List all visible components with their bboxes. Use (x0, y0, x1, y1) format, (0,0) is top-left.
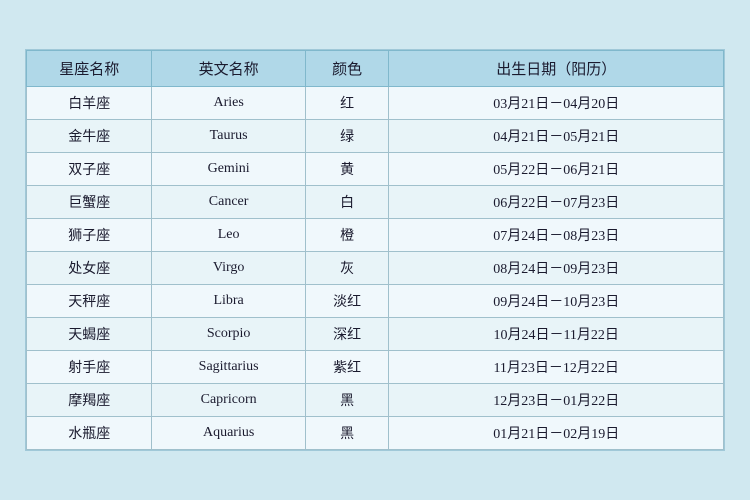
cell-color: 黑 (305, 417, 389, 450)
cell-color: 淡红 (305, 285, 389, 318)
cell-english: Virgo (152, 252, 305, 285)
cell-chinese: 金牛座 (27, 120, 152, 153)
cell-color: 灰 (305, 252, 389, 285)
cell-chinese: 射手座 (27, 351, 152, 384)
cell-color: 紫红 (305, 351, 389, 384)
table-row: 巨蟹座Cancer白06月22日－07月23日 (27, 186, 724, 219)
header-chinese: 星座名称 (27, 51, 152, 87)
cell-date: 11月23日－12月22日 (389, 351, 724, 384)
cell-date: 01月21日－02月19日 (389, 417, 724, 450)
cell-chinese: 狮子座 (27, 219, 152, 252)
cell-color: 白 (305, 186, 389, 219)
cell-chinese: 处女座 (27, 252, 152, 285)
cell-color: 红 (305, 87, 389, 120)
cell-english: Taurus (152, 120, 305, 153)
table-row: 天蝎座Scorpio深红10月24日－11月22日 (27, 318, 724, 351)
cell-color: 橙 (305, 219, 389, 252)
table-row: 金牛座Taurus绿04月21日－05月21日 (27, 120, 724, 153)
cell-date: 04月21日－05月21日 (389, 120, 724, 153)
table-row: 狮子座Leo橙07月24日－08月23日 (27, 219, 724, 252)
cell-date: 06月22日－07月23日 (389, 186, 724, 219)
cell-chinese: 摩羯座 (27, 384, 152, 417)
zodiac-table: 星座名称 英文名称 颜色 出生日期（阳历） 白羊座Aries红03月21日－04… (26, 50, 724, 450)
cell-date: 12月23日－01月22日 (389, 384, 724, 417)
cell-chinese: 水瓶座 (27, 417, 152, 450)
cell-english: Cancer (152, 186, 305, 219)
cell-date: 08月24日－09月23日 (389, 252, 724, 285)
zodiac-table-container: 星座名称 英文名称 颜色 出生日期（阳历） 白羊座Aries红03月21日－04… (25, 49, 725, 451)
table-row: 水瓶座Aquarius黑01月21日－02月19日 (27, 417, 724, 450)
cell-chinese: 天秤座 (27, 285, 152, 318)
cell-english: Libra (152, 285, 305, 318)
cell-english: Aquarius (152, 417, 305, 450)
table-row: 摩羯座Capricorn黑12月23日－01月22日 (27, 384, 724, 417)
cell-date: 07月24日－08月23日 (389, 219, 724, 252)
table-body: 白羊座Aries红03月21日－04月20日金牛座Taurus绿04月21日－0… (27, 87, 724, 450)
cell-english: Sagittarius (152, 351, 305, 384)
table-row: 白羊座Aries红03月21日－04月20日 (27, 87, 724, 120)
cell-date: 09月24日－10月23日 (389, 285, 724, 318)
cell-english: Aries (152, 87, 305, 120)
table-row: 射手座Sagittarius紫红11月23日－12月22日 (27, 351, 724, 384)
header-color: 颜色 (305, 51, 389, 87)
cell-color: 深红 (305, 318, 389, 351)
cell-color: 黑 (305, 384, 389, 417)
cell-english: Scorpio (152, 318, 305, 351)
cell-english: Capricorn (152, 384, 305, 417)
cell-chinese: 天蝎座 (27, 318, 152, 351)
cell-english: Leo (152, 219, 305, 252)
cell-chinese: 双子座 (27, 153, 152, 186)
cell-color: 黄 (305, 153, 389, 186)
cell-english: Gemini (152, 153, 305, 186)
header-date: 出生日期（阳历） (389, 51, 724, 87)
table-header-row: 星座名称 英文名称 颜色 出生日期（阳历） (27, 51, 724, 87)
header-english: 英文名称 (152, 51, 305, 87)
cell-color: 绿 (305, 120, 389, 153)
cell-chinese: 巨蟹座 (27, 186, 152, 219)
table-row: 天秤座Libra淡红09月24日－10月23日 (27, 285, 724, 318)
cell-date: 10月24日－11月22日 (389, 318, 724, 351)
cell-chinese: 白羊座 (27, 87, 152, 120)
table-row: 双子座Gemini黄05月22日－06月21日 (27, 153, 724, 186)
table-row: 处女座Virgo灰08月24日－09月23日 (27, 252, 724, 285)
cell-date: 03月21日－04月20日 (389, 87, 724, 120)
cell-date: 05月22日－06月21日 (389, 153, 724, 186)
